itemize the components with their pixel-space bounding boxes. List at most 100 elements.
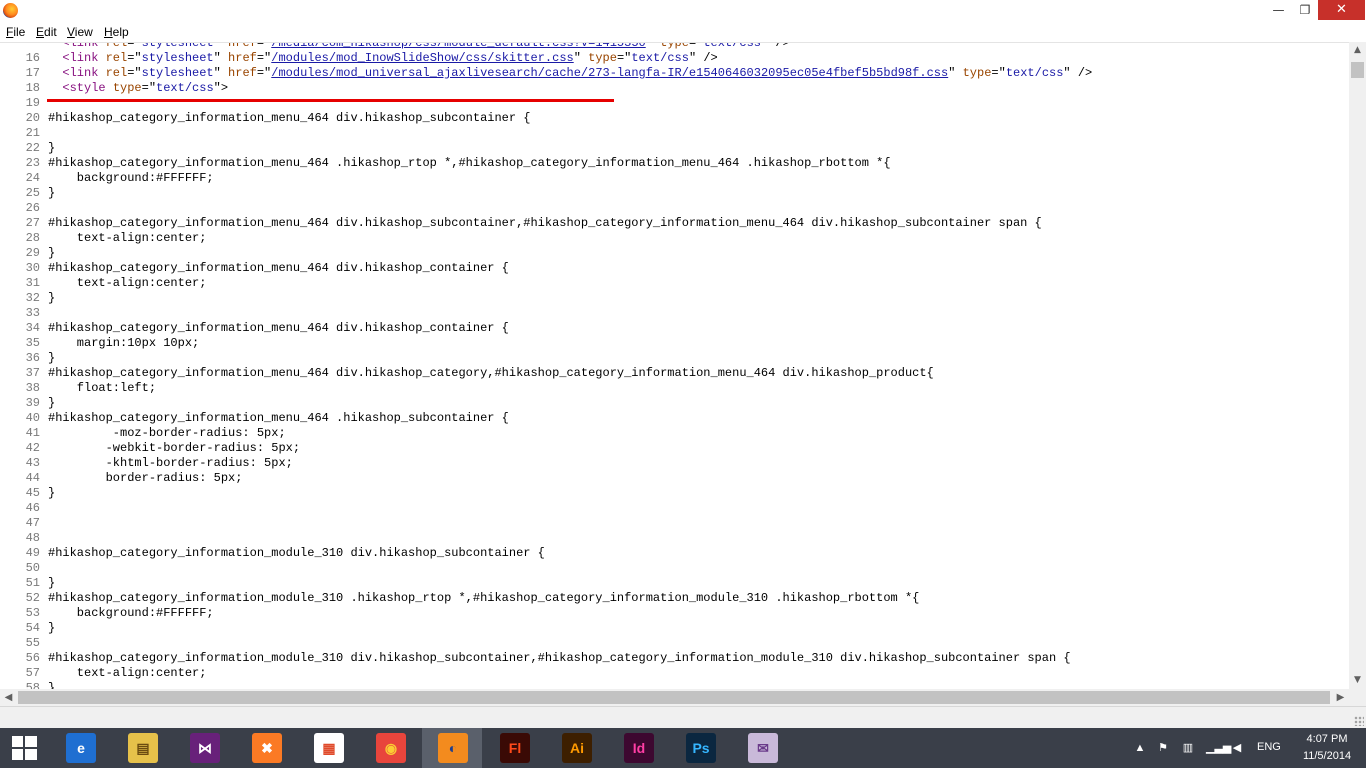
source-token: text-align:center; xyxy=(48,231,207,245)
line-number: 19 xyxy=(25,96,40,110)
scroll-left-arrow-icon[interactable]: ◀ xyxy=(0,689,17,706)
source-token: margin:10px 10px; xyxy=(48,336,200,350)
taskbar-apps-grid[interactable]: ▦ xyxy=(298,728,358,768)
source-line: 23 #hikashop_category_information_menu_46… xyxy=(0,156,1349,171)
scroll-down-arrow-icon[interactable]: ▼ xyxy=(1349,672,1366,689)
source-line: 58} xyxy=(0,681,1349,689)
menu-bar: File Edit View Help xyxy=(0,22,1366,42)
menu-file[interactable]: File xyxy=(6,25,25,39)
source-link[interactable]: /media/com_hikashop/css/module_default.c… xyxy=(271,43,645,50)
taskbar-messenger[interactable]: ✉ xyxy=(732,728,792,768)
source-code: <link rel="stylesheet" href="/media/com_… xyxy=(0,42,1349,689)
line-number: 41 xyxy=(25,426,40,440)
network-adapter-icon[interactable]: ▥ xyxy=(1181,741,1195,755)
line-text: float:left; xyxy=(48,381,156,396)
source-link[interactable]: /modules/mod_universal_ajaxlivesearch/ca… xyxy=(271,66,948,80)
line-number: 24 xyxy=(25,171,40,185)
line-number: 31 xyxy=(25,276,40,290)
source-token: } xyxy=(48,246,56,260)
taskbar-chrome[interactable]: ◉ xyxy=(360,728,420,768)
restore-button[interactable]: ❐ xyxy=(1292,0,1318,20)
source-token: text/css xyxy=(631,51,689,65)
illustrator-icon: Ai xyxy=(562,733,592,763)
scroll-up-arrow-icon[interactable]: ▲ xyxy=(1349,42,1366,59)
line-number: 49 xyxy=(25,546,40,560)
horizontal-scroll-thumb[interactable] xyxy=(18,691,1330,704)
source-token: type xyxy=(588,51,617,65)
menu-view[interactable]: View xyxy=(67,25,93,39)
source-token: } xyxy=(48,186,56,200)
source-token: #hikashop_category_information_module_31… xyxy=(48,546,545,560)
line-text: <style type="text/css"> xyxy=(48,81,228,96)
vertical-scrollbar[interactable]: ▲ ▼ xyxy=(1349,42,1366,689)
action-center-flag-icon[interactable]: ⚑ xyxy=(1156,741,1170,755)
source-token: #hikashop_category_information_menu_464 … xyxy=(48,321,509,335)
source-line: 47 xyxy=(0,516,1349,531)
line-number: 25 xyxy=(25,186,40,200)
input-language[interactable]: ENG xyxy=(1257,741,1281,753)
line-number: 20 xyxy=(25,111,40,125)
taskbar-internet-explorer[interactable]: e xyxy=(50,728,110,768)
source-line: 25} xyxy=(0,186,1349,201)
menu-help[interactable]: Help xyxy=(104,25,129,39)
line-number: 44 xyxy=(25,471,40,485)
taskbar-illustrator[interactable]: Ai xyxy=(546,728,606,768)
scroll-right-arrow-icon[interactable]: ▶ xyxy=(1332,689,1349,706)
line-number: 21 xyxy=(25,126,40,140)
line-text: } xyxy=(48,291,55,306)
line-number: 56 xyxy=(25,651,40,665)
line-text: #hikashop_category_information_menu_464 … xyxy=(48,366,934,381)
source-token: type xyxy=(962,66,992,80)
line-text: } xyxy=(48,486,55,501)
source-token: stylesheet xyxy=(141,66,214,80)
resize-grip-icon[interactable] xyxy=(1354,716,1364,726)
taskbar-flash[interactable]: Fl xyxy=(484,728,544,768)
source-token: href xyxy=(228,42,257,50)
taskbar-photoshop[interactable]: Ps xyxy=(670,728,730,768)
source-token: #hikashop_category_information_module_31… xyxy=(48,651,1071,665)
start-button[interactable] xyxy=(0,728,48,768)
line-number: 45 xyxy=(25,486,40,500)
vertical-scroll-thumb[interactable] xyxy=(1351,62,1364,78)
line-text: } xyxy=(48,141,55,156)
close-button[interactable]: ✕ xyxy=(1318,0,1365,20)
source-line: 33 xyxy=(0,306,1349,321)
horizontal-scrollbar[interactable]: ◀ ▶ xyxy=(0,689,1349,706)
xampp-icon: ✖ xyxy=(252,733,282,763)
source-token: <link xyxy=(48,51,106,65)
firefox-icon[interactable] xyxy=(3,3,18,18)
source-token: " xyxy=(213,66,229,80)
line-number: 26 xyxy=(25,201,40,215)
clock-time[interactable]: 4:07 PM xyxy=(1302,733,1352,745)
line-number: 35 xyxy=(25,336,40,350)
menu-edit[interactable]: Edit xyxy=(36,25,57,39)
source-token: #hikashop_category_information_menu_464 … xyxy=(48,156,891,170)
source-token: } xyxy=(48,291,56,305)
source-token: "> xyxy=(213,81,229,95)
source-line: 37 #hikashop_category_information_menu_46… xyxy=(0,366,1349,381)
show-hidden-icons-icon[interactable]: ▲ xyxy=(1133,741,1147,755)
source-token: =" xyxy=(127,51,142,65)
minimize-button[interactable]: — xyxy=(1265,0,1292,20)
taskbar-visual-studio[interactable]: ⋈ xyxy=(174,728,234,768)
source-line: 29} xyxy=(0,246,1349,261)
source-token: <style xyxy=(48,81,113,95)
taskbar-firefox[interactable]: ◐ xyxy=(422,728,482,768)
source-line: 16 <link rel="stylesheet" href="/modules… xyxy=(0,51,1349,66)
volume-muted-icon[interactable]: ◀ xyxy=(1230,741,1244,755)
source-link[interactable]: /modules/mod_InowSlideShow/css/skitter.c… xyxy=(271,51,573,65)
taskbar-indesign[interactable]: Id xyxy=(608,728,668,768)
firefox-icon: ◐ xyxy=(438,733,468,763)
source-token: =" xyxy=(141,81,157,95)
taskbar-file-explorer[interactable]: ▤ xyxy=(112,728,172,768)
signal-bars-icon[interactable]: ▁▃▅ xyxy=(1206,741,1231,755)
taskbar-xampp[interactable]: ✖ xyxy=(236,728,296,768)
clock-date[interactable]: 11/5/2014 xyxy=(1296,750,1358,762)
view-source-pane[interactable]: <link rel="stylesheet" href="/media/com_… xyxy=(0,42,1349,689)
source-token: #hikashop_category_information_module_31… xyxy=(48,591,920,605)
source-line: 44 border-radius: 5px; xyxy=(0,471,1349,486)
line-number: 17 xyxy=(25,66,40,80)
source-line: 26 xyxy=(0,201,1349,216)
line-number: 54 xyxy=(25,621,40,635)
line-number: 22 xyxy=(25,141,40,155)
